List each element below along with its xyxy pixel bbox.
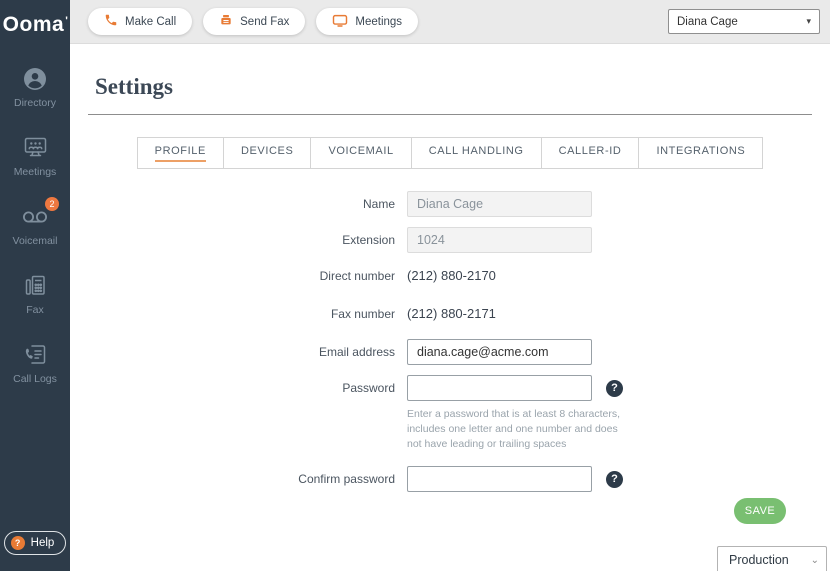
help-icon: ? [11,536,25,550]
meetings-icon [22,134,49,161]
password-help-icon[interactable]: ? [606,380,623,397]
fax-icon [22,272,49,299]
sidebar-item-label: Call Logs [13,373,57,385]
tab-devices[interactable]: DEVICES [224,137,312,169]
app-window: Ooma Directory [0,0,830,571]
save-button[interactable]: SAVE [734,498,786,524]
tab-label: VOICEMAIL [328,145,393,157]
chevron-down-icon: ⌄ [811,555,819,566]
user-select-value: Diana Cage [677,16,738,28]
fax-machine-icon [219,13,233,30]
help-button-label: Help [31,537,55,549]
sidebar-item-label: Meetings [14,166,57,178]
extension-field [407,227,592,253]
sidebar: Ooma Directory [0,0,70,571]
tab-label: CALLER-ID [559,145,622,157]
name-label: Name [230,197,395,211]
call-logs-icon [22,341,49,368]
sidebar-item-fax[interactable]: Fax [0,265,70,323]
environment-select-value: Production [729,553,789,567]
direct-number-label: Direct number [230,269,395,283]
user-select[interactable]: Diana Cage ▾ [668,9,820,34]
password-field[interactable] [407,375,592,401]
extension-label: Extension [230,233,395,247]
sidebar-item-voicemail[interactable]: 2 Voicemail [0,196,70,254]
send-fax-button[interactable]: Send Fax [203,8,305,35]
email-field[interactable] [407,339,592,365]
sidebar-item-meetings[interactable]: Meetings [0,127,70,185]
environment-select[interactable]: Production ⌄ [717,546,827,571]
confirm-password-help-icon[interactable]: ? [606,471,623,488]
meetings-label: Meetings [355,16,402,28]
confirm-password-field[interactable] [407,466,592,492]
tab-voicemail[interactable]: VOICEMAIL [311,137,411,169]
main-content: Settings PROFILE DEVICES VOICEMAIL CALL … [70,44,830,571]
email-row: Email address [230,339,830,365]
fax-number-value: (212) 880-2171 [407,301,496,327]
sidebar-item-directory[interactable]: Directory [0,58,70,116]
tab-label: INTEGRATIONS [656,145,745,157]
password-row: Password ? [230,375,830,401]
fax-number-row: Fax number (212) 880-2171 [230,301,830,327]
tab-label: DEVICES [241,145,294,157]
email-label: Email address [230,345,395,359]
confirm-password-label: Confirm password [230,472,395,486]
tab-profile[interactable]: PROFILE [137,137,224,169]
fax-number-label: Fax number [230,307,395,321]
make-call-button[interactable]: Make Call [88,8,192,35]
sidebar-item-label: Voicemail [13,235,58,247]
directory-icon [22,65,48,92]
page-title: Settings [95,74,830,100]
password-hint-line: includes one letter and one number and d… [407,422,667,437]
voicemail-badge: 2 [45,197,59,211]
help-button[interactable]: ? Help [4,531,67,555]
sidebar-item-call-logs[interactable]: Call Logs [0,334,70,392]
sidebar-item-label: Fax [26,304,44,316]
voicemail-icon: 2 [21,203,49,230]
tab-integrations[interactable]: INTEGRATIONS [639,137,763,169]
password-hint-line: Enter a password that is at least 8 char… [407,407,667,422]
profile-form: Name Extension Direct number (212) 880-2… [230,191,830,492]
tab-label: CALL HANDLING [429,145,524,157]
password-hint: Enter a password that is at least 8 char… [407,407,667,452]
send-fax-label: Send Fax [240,16,289,28]
phone-icon [104,13,118,30]
tab-caller-id[interactable]: CALLER-ID [542,137,640,169]
confirm-password-row: Confirm password ? [230,466,830,492]
direct-number-row: Direct number (212) 880-2170 [230,263,830,289]
topbar: Make Call Send Fax Meetings Diana Cage ▾ [70,0,830,44]
ooma-logo: Ooma [3,0,68,46]
name-row: Name [230,191,830,217]
tab-call-handling[interactable]: CALL HANDLING [412,137,542,169]
sidebar-nav: Directory Meetings [0,58,70,403]
select-arrow-icon: ▾ [806,16,811,27]
direct-number-value: (212) 880-2170 [407,263,496,289]
name-field [407,191,592,217]
monitor-icon [332,14,348,30]
meetings-button[interactable]: Meetings [316,8,418,35]
extension-row: Extension [230,227,830,253]
tab-bar: PROFILE DEVICES VOICEMAIL CALL HANDLING … [70,137,830,169]
tab-label: PROFILE [155,145,206,162]
password-hint-line: not have leading or trailing spaces [407,437,667,452]
title-divider [88,114,812,115]
password-label: Password [230,381,395,395]
sidebar-item-label: Directory [14,97,56,109]
make-call-label: Make Call [125,16,176,28]
